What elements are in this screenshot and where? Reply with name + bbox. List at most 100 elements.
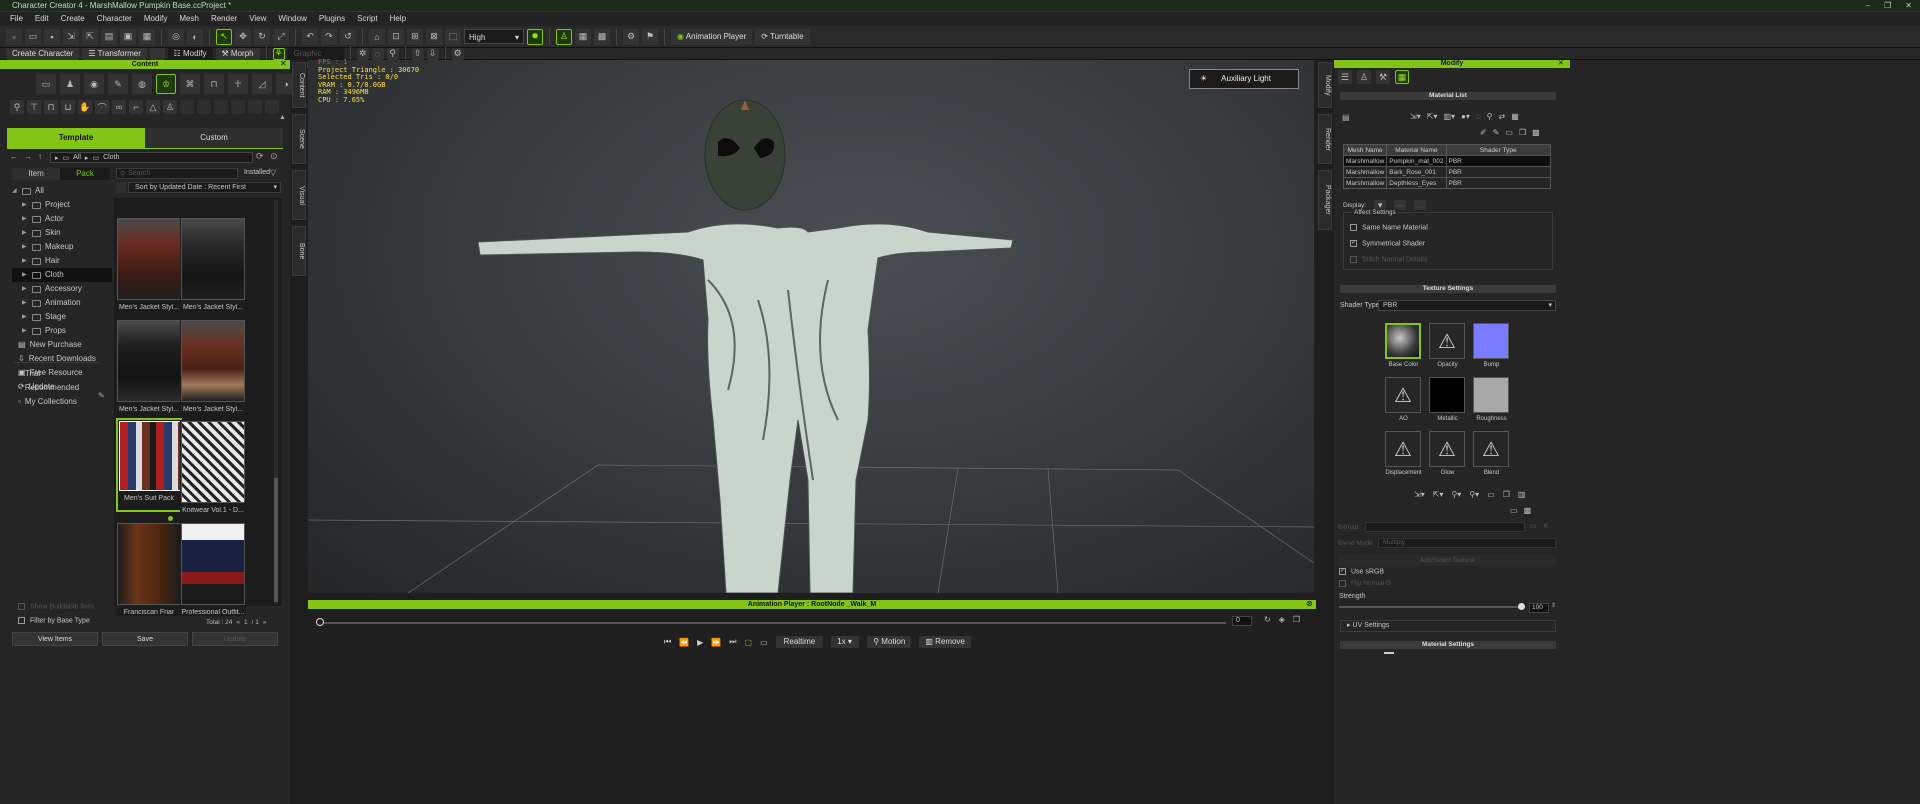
folder-icon[interactable]: ▭ — [36, 74, 56, 94]
material-library-icon[interactable]: ▥▾ — [1443, 112, 1455, 121]
item-card[interactable]: Men's Jacket Styl... — [116, 217, 182, 311]
column-header[interactable]: Mesh Name — [1342, 144, 1388, 156]
up-arrow-icon[interactable]: ↑ — [38, 152, 42, 161]
next-page-icon[interactable]: » — [263, 619, 267, 626]
library-icon[interactable]: ▦ — [139, 28, 155, 45]
texture-slot-glow[interactable]: ⚠ Glow — [1429, 431, 1466, 476]
scrollbar-thumb[interactable] — [274, 478, 278, 602]
texture-slot-ao[interactable]: ⚠ AO — [1385, 377, 1422, 422]
side-tab-scene[interactable]: Scene — [292, 114, 306, 164]
item-card-selected[interactable]: Men's Suit Pack — [116, 418, 183, 512]
download-icon[interactable]: ⇩ — [426, 47, 439, 60]
menu-file[interactable]: File — [4, 12, 29, 26]
menu-render[interactable]: Render — [205, 12, 243, 26]
load-texture-icon[interactable]: ⇲▾ — [1414, 490, 1425, 499]
item-card[interactable]: Men's Jacket Styl... — [180, 217, 246, 311]
material-swap-icon[interactable]: ⇄ — [1499, 112, 1506, 121]
zoom-icon[interactable]: ⊞ — [407, 28, 423, 45]
texture-slot-roughness[interactable]: Roughness — [1473, 377, 1510, 422]
current-page[interactable]: 1 — [244, 619, 248, 626]
clipboard-icon[interactable]: ▭ — [1505, 128, 1513, 137]
disabled-tool-button[interactable]: · — [149, 47, 165, 60]
flag-icon[interactable]: ⚑ — [642, 28, 658, 45]
tree-item-actor[interactable]: ▶ Actor — [12, 212, 112, 226]
texture-slot-blend[interactable]: ⚠ Blend — [1473, 431, 1510, 476]
tree-item-animation[interactable]: ▶ Animation — [12, 296, 112, 310]
upper-body-icon[interactable]: ⚲ — [10, 100, 24, 114]
record-icon[interactable]: ◈ — [1279, 615, 1285, 624]
breadcrumb-cloth[interactable]: Cloth — [103, 154, 119, 161]
select-icon[interactable]: ↖ — [216, 28, 232, 45]
history-icon[interactable]: ↺ — [340, 28, 356, 45]
tree-item-makeup[interactable]: ▶ Makeup — [12, 240, 112, 254]
pose-icon[interactable]: ♙ — [1357, 70, 1371, 84]
skin-icon[interactable]: ◉ — [84, 74, 104, 94]
glasses-icon[interactable]: ∞ — [112, 100, 126, 114]
tab-template[interactable]: Template — [7, 128, 145, 148]
stitch-option[interactable]: Stitch Normal Details — [1350, 256, 1427, 263]
material-list-header[interactable]: Material List — [1340, 92, 1556, 100]
table-row[interactable]: Marshmallow Bark_Rose_001 PBR — [1342, 166, 1551, 178]
resize-handle[interactable] — [1384, 652, 1394, 654]
menu-view[interactable]: View — [243, 12, 272, 26]
same-name-checkbox[interactable] — [1350, 224, 1357, 231]
material-tool-icon[interactable]: ▤ — [1342, 113, 1350, 122]
panel-close-icon[interactable]: ✕ — [280, 59, 287, 68]
save-material-icon[interactable]: ⇱▾ — [1427, 112, 1438, 121]
close-icon[interactable]: ✕ — [1905, 0, 1912, 12]
frame-icon[interactable]: ⊠ — [426, 28, 442, 45]
texture-checker-icon[interactable]: ▩ — [1524, 506, 1532, 515]
material-link-icon[interactable]: ⚲ — [1487, 112, 1493, 121]
use-srgb-option[interactable]: ✓ Use sRGB — [1339, 568, 1384, 575]
pants-icon[interactable]: ⊓ — [44, 100, 58, 114]
chair-icon[interactable]: ⊓ — [204, 74, 224, 94]
blend-mode-dropdown[interactable]: Multiply — [1378, 538, 1556, 548]
tree-item-trial[interactable]: ▫ Trial — [18, 367, 112, 381]
create-character-button[interactable]: Create Character — [6, 47, 80, 60]
column-header[interactable]: Shader Type — [1445, 144, 1551, 156]
item-card[interactable]: Franciscan Friar — [116, 522, 182, 616]
timeline-playhead[interactable] — [316, 618, 324, 626]
physics-icon[interactable]: ⚙ — [623, 28, 639, 45]
texture-preview-icon[interactable]: ▭ — [1510, 506, 1518, 515]
strength-spinner-icon[interactable]: ⇕ — [1551, 602, 1556, 609]
motion-button[interactable]: ⚲ Motion — [867, 636, 912, 648]
tree-item-new-purchase[interactable]: ▤ New Purchase — [12, 338, 112, 352]
animation-player-button[interactable]: ◉ Animation Player — [671, 28, 753, 45]
menu-help[interactable]: Help — [384, 12, 412, 26]
menu-character[interactable]: Character — [91, 12, 138, 26]
loop-icon[interactable]: ↻ — [1264, 615, 1271, 624]
filter-base-option[interactable]: Filter by Base Type — [18, 617, 90, 624]
rotate-icon[interactable]: ↻ — [254, 28, 270, 45]
upload-icon[interactable]: ⇧ — [411, 47, 424, 60]
search-input[interactable]: ⚲ Search — [116, 168, 238, 179]
play-icon[interactable]: ▶ — [697, 638, 703, 647]
save-icon[interactable]: ▪ — [44, 28, 60, 45]
minimize-icon[interactable]: – — [1866, 0, 1870, 12]
motion-icon[interactable]: ☥ — [228, 74, 248, 94]
frame-input[interactable]: 0 — [1232, 616, 1252, 626]
strength-input[interactable]: 100 — [1529, 603, 1549, 613]
undo-icon[interactable]: ↶ — [302, 28, 318, 45]
tree-item-hair[interactable]: ▶ Hair — [12, 254, 112, 268]
back-arrow-icon[interactable]: ← — [10, 152, 18, 161]
strength-slider-track[interactable] — [1339, 606, 1521, 608]
tree-item-accessory[interactable]: ▶ Accessory — [12, 282, 112, 296]
table-row[interactable]: Marshmallow Pumpkin_mat_002 PBR — [1342, 155, 1551, 167]
strength-slider-handle[interactable] — [1518, 603, 1525, 610]
link-icon[interactable]: ⚲ — [386, 47, 399, 60]
material-option-icon[interactable]: ◌ — [1476, 112, 1481, 121]
side-tab-bone[interactable]: Bone — [292, 226, 306, 276]
menu-circle-icon[interactable]: ⊙ — [270, 151, 278, 162]
bitmap-path-field[interactable] — [1365, 522, 1525, 532]
headshot-icon[interactable]: ⚘ — [272, 47, 285, 60]
modify-button[interactable]: ☷ Modify — [167, 47, 213, 60]
tree-item-stage[interactable]: ▶ Stage — [12, 310, 112, 324]
tree-item-props[interactable]: ▶ Props — [12, 324, 112, 338]
redo-icon[interactable]: ↷ — [321, 28, 337, 45]
connect-icon[interactable]: ⚲▾ — [1469, 490, 1479, 499]
shader-type-dropdown[interactable]: PBR ▾ — [1378, 300, 1556, 311]
item-card[interactable]: Men's Jacket Styl... — [116, 319, 182, 413]
texture-clipboard-icon[interactable]: ▭ — [1487, 490, 1495, 499]
material-icon[interactable]: ▦ — [1395, 70, 1409, 84]
